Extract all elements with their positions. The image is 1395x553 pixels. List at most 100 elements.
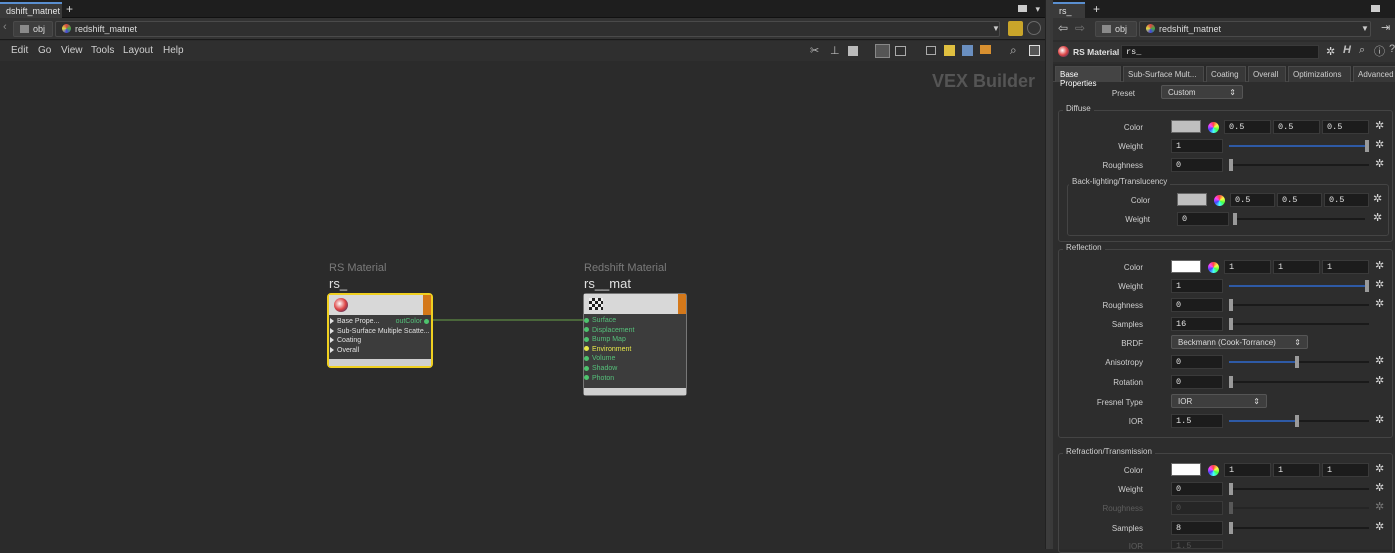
help-h-icon[interactable]: H — [1343, 44, 1351, 56]
diffuse-roughness-slider[interactable] — [1229, 159, 1369, 171]
refraction-weight-field[interactable]: 0 — [1171, 482, 1223, 496]
reflection-weight-slider[interactable] — [1229, 280, 1369, 292]
diffuse-weight-slider[interactable] — [1229, 140, 1369, 152]
menu-go[interactable]: Go — [38, 45, 51, 56]
pin-icon[interactable]: ⇥ — [1381, 21, 1390, 34]
search-icon[interactable]: ⌕ — [1010, 43, 1017, 58]
menu-edit[interactable]: Edit — [11, 45, 28, 56]
sticky-note-icon[interactable] — [944, 45, 955, 56]
node-name-label[interactable]: rs__mat — [584, 276, 631, 291]
refraction-color-swatch[interactable] — [1171, 463, 1201, 476]
reflection-color-b[interactable]: 1 — [1322, 260, 1369, 274]
slider-handle[interactable] — [1229, 376, 1233, 388]
refraction-weight-slider[interactable] — [1229, 483, 1369, 495]
path-obj[interactable]: obj — [13, 21, 53, 37]
refraction-samples-field[interactable]: 8 — [1171, 521, 1223, 535]
tab-matnet[interactable]: dshift_matnet × — [0, 2, 62, 26]
gear-icon[interactable]: ✲ — [1375, 374, 1384, 387]
tab-optimizations[interactable]: Optimizations — [1288, 66, 1351, 82]
diffuse-roughness-field[interactable]: 0 — [1171, 158, 1223, 172]
rotation-field[interactable]: 0 — [1171, 375, 1223, 389]
input-port[interactable]: Displacement — [584, 326, 686, 336]
diffuse-color-swatch[interactable] — [1171, 120, 1201, 133]
gear-icon[interactable]: ✲ — [1375, 413, 1384, 426]
color-wheel-icon[interactable] — [1214, 195, 1225, 206]
gear-icon[interactable]: ✲ — [1375, 354, 1384, 367]
output-port[interactable]: outColor — [396, 317, 429, 327]
input-port[interactable]: Photon — [584, 374, 686, 384]
path-obj[interactable]: obj — [1095, 21, 1137, 37]
reflection-samples-field[interactable]: 16 — [1171, 317, 1223, 331]
gear-icon[interactable]: ✲ — [1326, 45, 1335, 58]
input-port[interactable]: Bump Map — [584, 335, 686, 345]
slider-handle[interactable] — [1229, 299, 1233, 311]
reflection-roughness-field[interactable]: 0 — [1171, 298, 1223, 312]
thumbnail-icon[interactable] — [895, 46, 906, 56]
input-port[interactable]: Sub-Surface Multiple Scatte... — [330, 327, 431, 337]
menu-tools[interactable]: Tools — [91, 45, 114, 56]
slider-handle[interactable] — [1229, 159, 1233, 171]
maximize-icon[interactable] — [1018, 5, 1027, 12]
slider-handle[interactable] — [1365, 140, 1369, 152]
reflection-color-r[interactable]: 1 — [1224, 260, 1271, 274]
reflection-ior-slider[interactable] — [1229, 415, 1369, 427]
forward-arrow-icon[interactable]: ⇨ — [1075, 21, 1085, 35]
reflection-roughness-slider[interactable] — [1229, 299, 1369, 311]
diffuse-color-r[interactable]: 0.5 — [1224, 120, 1271, 134]
brdf-dropdown[interactable]: Beckmann (Cook-Torrance) ⇕ — [1171, 335, 1308, 349]
gear-icon[interactable]: ✲ — [1375, 157, 1384, 170]
refraction-color-b[interactable]: 1 — [1322, 463, 1369, 477]
refraction-color-r[interactable]: 1 — [1224, 463, 1271, 477]
slider-handle[interactable] — [1365, 280, 1369, 292]
back-icon[interactable]: ‹ — [3, 21, 7, 33]
diffuse-color-g[interactable]: 0.5 — [1273, 120, 1320, 134]
input-port[interactable]: Environment — [584, 345, 686, 355]
input-port[interactable]: Overall — [330, 346, 431, 356]
tree-icon[interactable]: ⊥ — [830, 44, 840, 57]
anisotropy-field[interactable]: 0 — [1171, 355, 1223, 369]
reflection-weight-field[interactable]: 1 — [1171, 279, 1223, 293]
dot-icon[interactable] — [980, 45, 991, 54]
tab-overall[interactable]: Overall — [1248, 66, 1286, 82]
image-icon[interactable] — [962, 45, 973, 56]
slider-handle[interactable] — [1229, 318, 1233, 330]
add-tab-icon[interactable]: + — [66, 2, 73, 16]
input-port[interactable]: Shadow — [584, 364, 686, 374]
gear-icon[interactable]: ✲ — [1373, 192, 1382, 205]
pin-icon[interactable] — [1008, 21, 1023, 36]
slider-handle[interactable] — [1295, 415, 1299, 427]
backlight-color-r[interactable]: 0.5 — [1230, 193, 1275, 207]
tab-rs[interactable]: rs_ — [1053, 2, 1085, 18]
backlight-weight-slider[interactable] — [1233, 213, 1365, 225]
rs-material-node[interactable]: Base Prope... Sub-Surface Multiple Scatt… — [327, 293, 433, 368]
diffuse-weight-field[interactable]: 1 — [1171, 139, 1223, 153]
add-tab-icon[interactable]: + — [1093, 2, 1100, 16]
network-box-icon[interactable] — [926, 46, 936, 55]
reflection-ior-field[interactable]: 1.5 — [1171, 414, 1223, 428]
slider-handle[interactable] — [1229, 522, 1233, 534]
node-name-label[interactable]: rs_ — [329, 276, 347, 291]
link-icon[interactable] — [1027, 21, 1041, 35]
node-name-field[interactable]: rs_ — [1121, 45, 1319, 59]
gear-icon[interactable]: ✲ — [1375, 259, 1384, 272]
reflection-color-g[interactable]: 1 — [1273, 260, 1320, 274]
color-wheel-icon[interactable] — [1208, 262, 1219, 273]
color-wheel-icon[interactable] — [1208, 465, 1219, 476]
refraction-color-g[interactable]: 1 — [1273, 463, 1320, 477]
slider-handle[interactable] — [1295, 356, 1299, 368]
backlight-color-b[interactable]: 0.5 — [1324, 193, 1369, 207]
list-icon[interactable] — [848, 46, 858, 56]
gear-icon[interactable]: ✲ — [1375, 278, 1384, 291]
grid-view-icon[interactable] — [875, 44, 890, 58]
gear-icon[interactable]: ✲ — [1375, 481, 1384, 494]
back-arrow-icon[interactable]: ⇦ — [1058, 21, 1068, 35]
backlight-weight-field[interactable]: 0 — [1177, 212, 1229, 226]
gear-icon[interactable]: ✲ — [1375, 462, 1384, 475]
fresnel-type-dropdown[interactable]: IOR ⇕ — [1171, 394, 1267, 408]
gear-icon[interactable]: ✲ — [1375, 119, 1384, 132]
menu-help[interactable]: Help — [163, 45, 184, 56]
path-node[interactable]: redshift_matnet — [55, 21, 1000, 37]
pane-divider[interactable] — [1045, 0, 1050, 549]
redshift-material-node[interactable]: Surface Displacement Bump Map Environmen… — [583, 293, 687, 396]
refraction-samples-slider[interactable] — [1229, 522, 1369, 534]
